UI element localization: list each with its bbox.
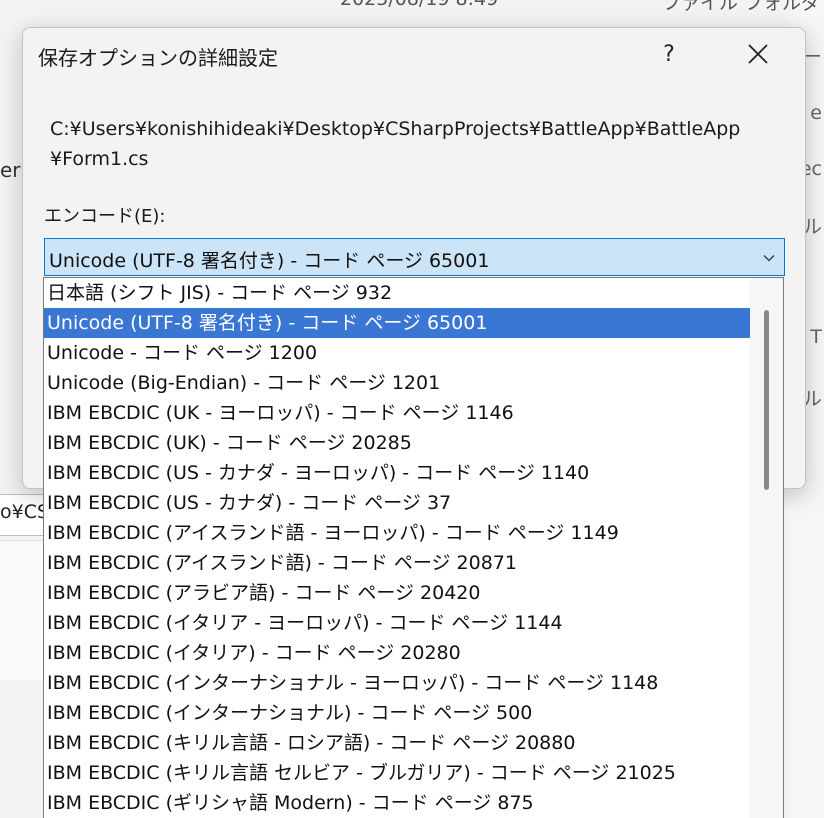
chevron-down-icon[interactable]: [762, 251, 776, 265]
encoding-option[interactable]: IBM EBCDIC (ギリシャ語 Modern) - コード ページ 875: [44, 788, 750, 818]
encoding-selected-value: Unicode (UTF-8 署名付き) - コード ページ 65001: [49, 250, 490, 272]
help-button[interactable]: ?: [649, 34, 689, 74]
dialog-title: 保存オプションの詳細設定: [38, 46, 278, 70]
encoding-option[interactable]: IBM EBCDIC (US - カナダ) - コード ページ 37: [44, 488, 750, 518]
encoding-dropdown-list[interactable]: 日本語 (シフト JIS) - コード ページ 932 Unicode (UTF-…: [43, 277, 784, 818]
background-right-text: T: [810, 326, 822, 348]
encoding-option[interactable]: 日本語 (シフト JIS) - コード ページ 932: [44, 278, 750, 308]
encoding-option[interactable]: IBM EBCDIC (UK) - コード ページ 20285: [44, 428, 750, 458]
background-left-text: er: [0, 158, 21, 182]
encoding-option[interactable]: Unicode (UTF-8 署名付き) - コード ページ 65001: [44, 308, 750, 338]
encoding-option[interactable]: IBM EBCDIC (UK - ヨーロッパ) - コード ページ 1146: [44, 398, 750, 428]
encoding-label: エンコード(E):: [44, 206, 166, 227]
encoding-option[interactable]: IBM EBCDIC (アラビア語) - コード ページ 20420: [44, 578, 750, 608]
background-right-text: e: [810, 102, 822, 124]
encoding-option[interactable]: IBM EBCDIC (キリル言語 セルビア - ブルガリア) - コード ペー…: [44, 758, 750, 788]
encoding-option[interactable]: IBM EBCDIC (イタリア - ヨーロッパ) - コード ページ 1144: [44, 608, 750, 638]
encoding-option[interactable]: IBM EBCDIC (イタリア) - コード ページ 20280: [44, 638, 750, 668]
encoding-option[interactable]: IBM EBCDIC (インターナショナル) - コード ページ 500: [44, 698, 750, 728]
background-path-field: o¥CS: [0, 494, 46, 536]
encoding-option[interactable]: IBM EBCDIC (インターナショナル - ヨーロッパ) - コード ページ…: [44, 668, 750, 698]
encoding-option[interactable]: IBM EBCDIC (アイスランド語) - コード ページ 20871: [44, 548, 750, 578]
file-path-line: ¥Form1.cs: [50, 148, 149, 170]
background-panel: [0, 540, 48, 680]
file-path: C:¥Users¥konishihideaki¥Desktop¥CSharpPr…: [50, 114, 770, 174]
background-date-text: 2025/08/19 8:49: [340, 0, 498, 10]
close-button[interactable]: [737, 34, 779, 74]
encoding-option[interactable]: Unicode (Big-Endian) - コード ページ 1201: [44, 368, 750, 398]
file-path-line: C:¥Users¥konishihideaki¥Desktop¥CSharpPr…: [50, 118, 741, 140]
close-icon: [748, 44, 768, 64]
dropdown-scrollbar[interactable]: [750, 278, 783, 818]
encoding-option[interactable]: Unicode - コード ページ 1200: [44, 338, 750, 368]
encoding-combobox[interactable]: Unicode (UTF-8 署名付き) - コード ページ 65001: [44, 238, 785, 276]
scrollbar-thumb[interactable]: [764, 310, 769, 490]
encoding-option[interactable]: IBM EBCDIC (US - カナダ - ヨーロッパ) - コード ページ …: [44, 458, 750, 488]
encoding-option[interactable]: IBM EBCDIC (キリル言語 - ロシア語) - コード ページ 2088…: [44, 728, 750, 758]
encoding-option[interactable]: IBM EBCDIC (アイスランド語 - ヨーロッパ) - コード ページ 1…: [44, 518, 750, 548]
